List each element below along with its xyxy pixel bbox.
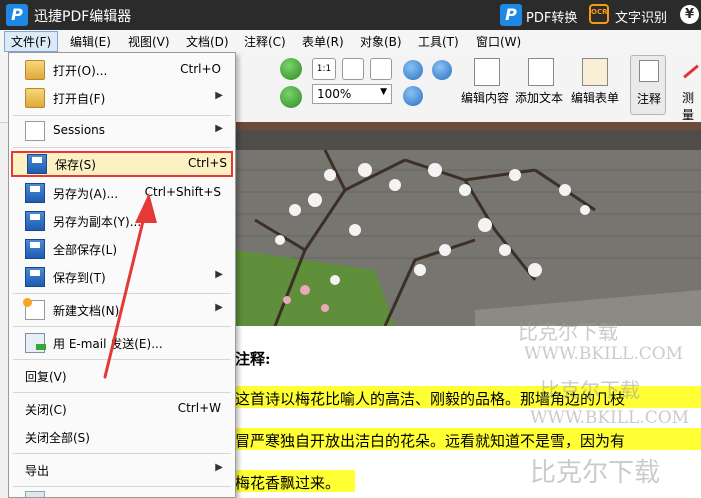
submenu-arrow-icon: ▶: [215, 462, 223, 473]
add-text-icon[interactable]: [528, 58, 554, 86]
sessions-icon: [25, 121, 45, 141]
zoom-in-icon[interactable]: [403, 60, 423, 80]
menu-object[interactable]: 对象(B): [360, 33, 402, 50]
menu-separator: [13, 392, 231, 393]
watermark-cn-top: 比克尔下载: [518, 320, 618, 344]
menu-item-sessions-label: Sessions: [53, 123, 106, 137]
menu-item-open-shortcut: Ctrl+O: [180, 62, 221, 76]
edit-form-button[interactable]: 编辑表单: [571, 89, 619, 106]
save-disk-icon: [27, 154, 47, 174]
menu-separator: [13, 486, 231, 487]
submenu-arrow-icon: ▶: [215, 90, 223, 101]
menu-item-revert-label: 回复(V): [25, 370, 67, 384]
menu-tools[interactable]: 工具(T): [418, 33, 459, 50]
save-to-disk-icon: [25, 267, 45, 287]
menu-edit[interactable]: 编辑(E): [70, 33, 111, 50]
submenu-arrow-icon: ▶: [215, 302, 223, 313]
menu-item-export[interactable]: 导出 ▶: [9, 457, 235, 483]
save-all-disk-icon: [25, 239, 45, 259]
annotate-button[interactable]: 注释: [630, 55, 666, 115]
pdf-convert-icon[interactable]: P: [500, 4, 522, 26]
menu-item-save-label: 保存(S): [55, 158, 96, 172]
rotate-counterclockwise-icon[interactable]: [280, 86, 302, 108]
annotation-arrow: [103, 193, 157, 379]
annotate-label: 注释: [637, 92, 662, 106]
app-logo-icon: P: [6, 4, 28, 26]
menu-item-open[interactable]: 打开(O)... Ctrl+O: [9, 57, 235, 83]
menu-comment[interactable]: 注释(C): [244, 33, 286, 50]
menu-file[interactable]: 文件(F): [4, 31, 59, 52]
submenu-arrow-icon: ▶: [215, 123, 223, 134]
edit-content-button[interactable]: 编辑内容: [461, 89, 509, 106]
edit-content-icon[interactable]: [474, 58, 500, 86]
menu-item-open-from[interactable]: 打开自(F) ▶: [9, 85, 235, 111]
zoom-out-icon[interactable]: [432, 60, 452, 80]
edit-form-icon[interactable]: [582, 58, 608, 86]
document-image: [235, 130, 701, 326]
measure-ruler-icon: [683, 64, 699, 79]
zoom-plus-icon[interactable]: [403, 86, 423, 106]
document-line-2: 冒严寒独自开放出洁白的花朵。远看就知道不是雪，因为有: [235, 432, 626, 450]
title-bar: P 迅捷PDF编辑器 P PDF转换 OCR 文字识别 ¥: [0, 0, 701, 30]
annotate-icon: [639, 60, 659, 82]
menu-item-save-shortcut: Ctrl+S: [187, 156, 227, 170]
pdf-convert-button[interactable]: PDF转换: [526, 7, 577, 26]
menu-item-close-shortcut: Ctrl+W: [177, 401, 221, 415]
annotation-heading: 注释:: [235, 350, 271, 368]
ocr-button[interactable]: 文字识别: [615, 7, 667, 26]
save-copy-disk-icon: [25, 211, 45, 231]
menu-bar: 文件(F) 编辑(E) 视图(V) 文档(D) 注释(C) 表单(R) 对象(B…: [0, 30, 701, 53]
menu-item-sessions[interactable]: Sessions ▶: [9, 118, 235, 144]
menu-item-close-label: 关闭(C): [25, 403, 67, 417]
ocr-icon[interactable]: OCR: [589, 4, 609, 24]
fit-width-icon[interactable]: [370, 58, 392, 80]
new-document-icon: [23, 298, 45, 320]
yen-icon[interactable]: ¥: [680, 5, 699, 24]
email-envelope-icon: [25, 333, 46, 353]
actual-size-icon[interactable]: 1:1: [312, 58, 336, 80]
watermark-cn-bottom: 比克尔下载: [530, 458, 661, 488]
measure-icon[interactable]: [680, 60, 700, 82]
folder-open-from-icon: [25, 88, 45, 108]
watermark-url-1: WWW.BKILL.COM: [524, 344, 684, 364]
plum-blossom-image: [235, 130, 701, 326]
document-top-border: [235, 122, 701, 130]
zoom-select[interactable]: 100% ▼: [312, 84, 392, 104]
menu-separator: [13, 453, 231, 454]
menu-item-export-label: 导出: [25, 464, 50, 478]
save-as-disk-icon: [25, 183, 45, 203]
menu-window[interactable]: 窗口(W): [476, 33, 521, 50]
menu-separator: [13, 115, 231, 116]
document-line-3: 梅花香飘过来。: [235, 474, 341, 492]
email-arrow-icon: [36, 344, 46, 350]
add-text-button[interactable]: 添加文本: [515, 89, 563, 106]
rotate-clockwise-icon[interactable]: [280, 58, 302, 80]
zoom-value: 100%: [317, 87, 352, 101]
menu-item-cut-off[interactable]: [9, 489, 235, 497]
new-star-icon: [23, 298, 32, 307]
menu-item-open-from-label: 打开自(F): [53, 92, 106, 106]
menu-view[interactable]: 视图(V): [128, 33, 170, 50]
submenu-arrow-icon: ▶: [215, 269, 223, 280]
chevron-down-icon: ▼: [380, 87, 387, 97]
watermark-cn-mid: 比克尔下载: [540, 378, 640, 402]
folder-open-icon: [25, 60, 45, 80]
fit-page-icon[interactable]: [342, 58, 364, 80]
measure-button[interactable]: 测量: [682, 89, 701, 123]
print-icon: [25, 491, 45, 497]
menu-item-close-all-label: 关闭全部(S): [25, 431, 90, 445]
menu-item-close-all[interactable]: 关闭全部(S): [9, 424, 235, 450]
menu-document[interactable]: 文档(D): [186, 33, 229, 50]
menu-separator: [13, 147, 231, 148]
menu-form[interactable]: 表单(R): [302, 33, 344, 50]
app-title: 迅捷PDF编辑器: [34, 9, 132, 25]
menu-item-save[interactable]: 保存(S) Ctrl+S: [11, 151, 233, 177]
menu-item-close[interactable]: 关闭(C) Ctrl+W: [9, 396, 235, 422]
watermark-url-2: WWW.BKILL.COM: [530, 408, 690, 428]
menu-item-open-label: 打开(O)...: [53, 64, 108, 78]
